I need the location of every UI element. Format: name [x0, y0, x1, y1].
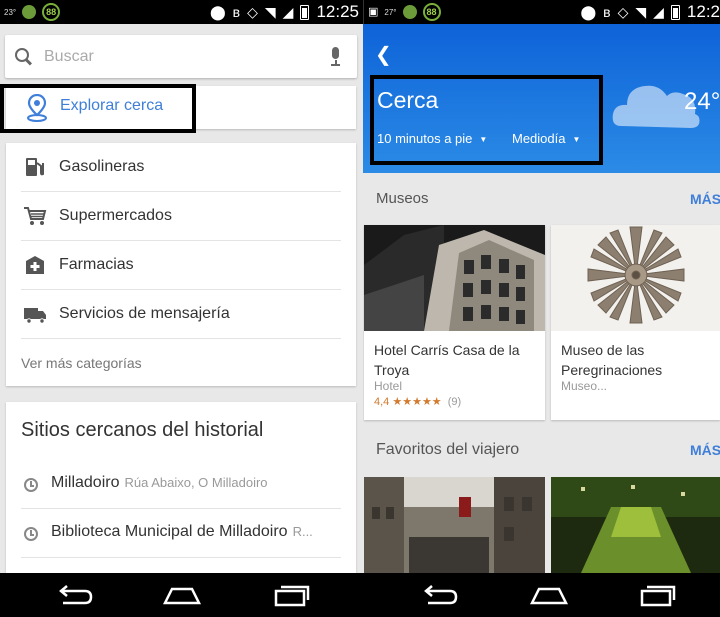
museums-section-title: Museos: [376, 190, 429, 207]
signal-icon: ◢: [653, 4, 664, 20]
clock-icon: [24, 478, 38, 492]
place-photo: [551, 225, 720, 331]
favorite-place-card[interactable]: [551, 477, 720, 573]
pharmacy-icon: [26, 256, 44, 274]
place-card-hotel[interactable]: Hotel Carrís Casa de la Troya Hotel 4,4 …: [364, 225, 545, 420]
museums-more-link[interactable]: MÁS: [690, 191, 720, 207]
battery-icon: [670, 4, 680, 20]
category-supermarkets[interactable]: Supermercados: [6, 192, 356, 241]
highlight-box: [0, 84, 196, 133]
location-icon: ⬤: [580, 4, 597, 20]
microphone-icon[interactable]: [330, 47, 340, 67]
more-categories-link[interactable]: Ver más categorías: [21, 355, 142, 371]
rotate-icon: ◇: [247, 4, 258, 20]
favorites-section-title: Favoritos del viajero: [376, 441, 520, 458]
category-label: Farmacias: [59, 256, 134, 273]
recent-apps-nav-icon[interactable]: [272, 583, 312, 607]
place-type: Hotel: [374, 379, 403, 393]
panel-divider: [363, 0, 364, 24]
category-pharmacies[interactable]: Farmacias: [6, 241, 356, 290]
place-card-museum[interactable]: Museo de las Peregrinaciones Museo...: [551, 225, 720, 420]
favorite-place-card[interactable]: [364, 477, 545, 573]
screenshot-root: 23° 88 ⬤ ʙ ◇ ◥ ◢ 12:25 ▣ 27° 88 ⬤ ʙ ◇ ◥ …: [0, 0, 720, 617]
clock-time: 12:2: [686, 2, 720, 21]
battery-badge: 88: [42, 3, 61, 21]
gas-station-icon: [26, 158, 44, 176]
bluetooth-icon: ʙ: [232, 4, 241, 20]
wifi-icon: ◥: [264, 4, 276, 20]
explore-nearby-panel: ❮ Cerca 10 minutos a pie ▼ Mediodía ▼ 24° …: [363, 24, 720, 573]
android-icon: [402, 5, 417, 19]
shopping-cart-icon: [24, 207, 47, 225]
status-bar-left: 23° 88 ⬤ ʙ ◇ ◥ ◢ 12:25: [0, 0, 363, 24]
recent-apps-nav-icon[interactable]: [638, 583, 678, 607]
search-icon: [15, 47, 33, 66]
location-icon: ⬤: [210, 4, 226, 20]
search-input[interactable]: [44, 47, 304, 66]
place-name: Museo de las Peregrinaciones: [561, 342, 663, 378]
status-bar-right: ▣ 27° 88 ⬤ ʙ ◇ ◥ ◢ 12:2: [364, 0, 720, 24]
back-arrow-icon[interactable]: ❮: [375, 42, 392, 67]
categories-card: Gasolineras Supermercados Farmacias Serv…: [6, 143, 356, 386]
history-card: Sitios cercanos del historial Milladoiro…: [6, 402, 356, 573]
favorites-more-link[interactable]: MÁS: [690, 442, 720, 458]
category-label: Supermercados: [59, 207, 172, 224]
maps-menu-panel: Explorar cerca Gasolineras Supermerc: [0, 24, 363, 573]
category-label: Servicios de mensajería: [59, 305, 230, 322]
category-courier-services[interactable]: Servicios de mensajería: [6, 290, 356, 339]
rotate-icon: ◇: [617, 4, 629, 20]
signal-icon: ◢: [282, 4, 294, 20]
home-nav-icon[interactable]: [162, 583, 202, 607]
history-item-address: Rúa Abaixo, O Milladoiro: [124, 475, 268, 490]
highlight-box: [370, 75, 603, 165]
history-item-address: R...: [292, 524, 313, 539]
search-bar[interactable]: [5, 35, 357, 78]
history-item[interactable]: Milladoiro Rúa Abaixo, O Milladoiro: [6, 460, 356, 509]
rating-value: 4,4: [374, 396, 390, 408]
weather-temp-small: 23°: [4, 7, 17, 17]
image-notification-icon: ▣: [368, 5, 379, 18]
battery-icon: [300, 4, 310, 20]
weather-temp-small: 27°: [384, 7, 397, 17]
home-nav-icon[interactable]: [529, 583, 569, 607]
place-photo: [551, 477, 720, 573]
review-count: (9): [447, 396, 462, 408]
explore-header: ❮ Cerca 10 minutos a pie ▼ Mediodía ▼ 24°: [363, 24, 720, 173]
back-nav-icon[interactable]: [55, 583, 95, 607]
clock-icon: [24, 527, 38, 541]
history-title: Sitios cercanos del historial: [21, 419, 264, 441]
place-type: Museo...: [561, 379, 608, 393]
place-rating: 4,4 ★★★★★ (9): [374, 395, 461, 408]
clock-time: 12:25: [316, 2, 359, 21]
place-photo: [364, 477, 545, 573]
bluetooth-icon: ʙ: [603, 4, 611, 20]
place-photo: [364, 225, 545, 331]
navigation-bar: [0, 573, 720, 617]
history-item-partial[interactable]: [6, 558, 356, 573]
star-rating-icon: ★★★★★: [392, 396, 442, 408]
history-item[interactable]: Biblioteca Municipal de Milladoiro R...: [6, 509, 356, 558]
category-label: Gasolineras: [59, 158, 145, 175]
temperature-value: 24°: [684, 88, 720, 115]
android-icon: [22, 5, 37, 19]
truck-icon: [24, 308, 46, 324]
history-item-name: Milladoiro: [51, 474, 120, 491]
back-nav-icon[interactable]: [420, 583, 460, 607]
battery-badge: 88: [422, 3, 441, 21]
history-item-name: Biblioteca Municipal de Milladoiro: [51, 523, 288, 540]
place-name: Hotel Carrís Casa de la Troya: [374, 342, 520, 378]
category-gas-stations[interactable]: Gasolineras: [6, 143, 356, 192]
wifi-icon: ◥: [635, 4, 647, 20]
